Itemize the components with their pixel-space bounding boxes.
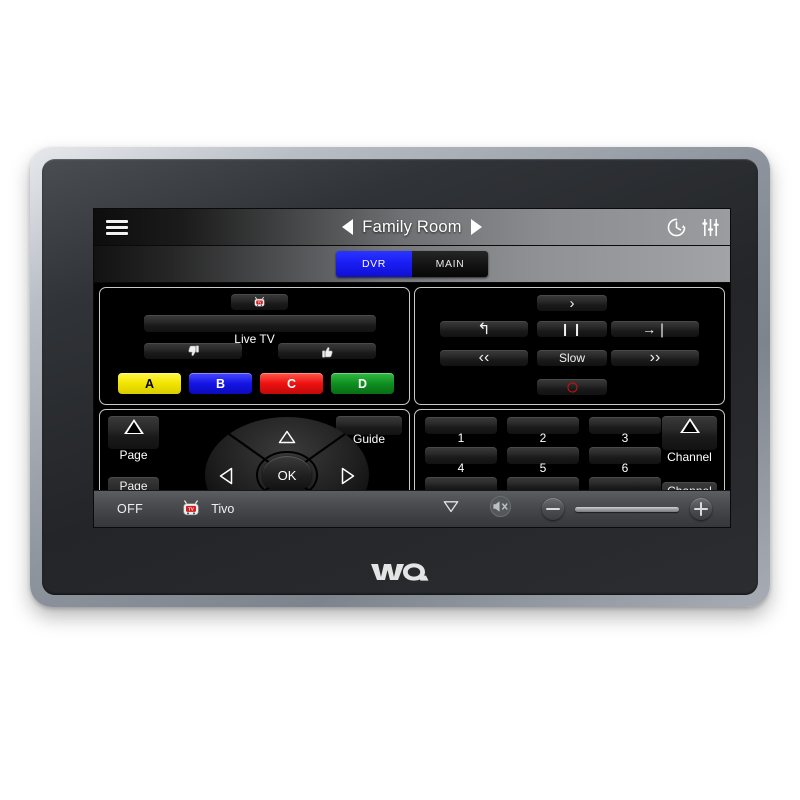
volume-slider[interactable]	[575, 506, 679, 512]
record-icon	[566, 381, 578, 393]
sliders-settings-icon[interactable]	[700, 217, 721, 238]
channel-up-arrow-icon	[679, 418, 700, 433]
dpad-left-arrow-icon	[219, 467, 233, 485]
color-button-c-label: C	[286, 376, 297, 391]
source-name-label[interactable]: Tivo	[211, 502, 234, 516]
live-tv-button[interactable]	[144, 315, 376, 332]
skip-forward-button[interactable]: →❘	[611, 321, 699, 337]
color-button-c[interactable]: C	[260, 373, 323, 394]
color-button-a[interactable]: A	[118, 373, 181, 394]
ok-button[interactable]: OK	[263, 456, 311, 494]
tivo-logo-icon: TV	[254, 296, 265, 307]
thumbs-down-icon	[187, 344, 199, 356]
power-off-button[interactable]: OFF	[117, 502, 143, 516]
thumbs-down-button[interactable]	[144, 343, 242, 359]
app-header: Family Room	[94, 209, 730, 246]
color-button-b-label: B	[215, 376, 226, 391]
dpad-right-arrow-icon	[341, 467, 355, 485]
thumbs-up-icon	[321, 346, 333, 358]
hamburger-menu-icon[interactable]	[94, 209, 140, 245]
tab-dvr[interactable]: DVR	[336, 251, 412, 277]
page-title: Family Room	[362, 217, 462, 236]
status-bar: OFF TV Tivo	[94, 490, 730, 527]
replay-button[interactable]: ↰	[440, 321, 528, 338]
page-up-button[interactable]	[108, 416, 159, 449]
dpad-up-arrow-icon	[278, 430, 296, 444]
channel-up-button[interactable]	[662, 416, 717, 450]
color-button-b[interactable]: B	[189, 373, 252, 394]
tab-strip: DVR MAIN	[94, 246, 730, 283]
svg-text:TV: TV	[188, 507, 194, 512]
thumbs-up-button[interactable]	[278, 343, 376, 359]
chevron-down-icon	[443, 501, 459, 513]
volume-control-group	[542, 498, 712, 520]
ok-label: OK	[277, 467, 297, 483]
play-button[interactable]: ›	[537, 295, 607, 312]
volume-minus-icon[interactable]	[542, 498, 564, 520]
next-room-arrow-icon[interactable]	[470, 219, 482, 235]
pause-button[interactable]: ❙❙	[537, 321, 607, 337]
prev-room-arrow-icon[interactable]	[342, 219, 354, 235]
transport-panel: › ↰ ❙❙ →❘ ‹‹ Slow ››	[414, 287, 725, 405]
dpad-right-button[interactable]	[341, 467, 355, 485]
keypad-key-1[interactable]	[425, 417, 497, 434]
tivo-home-button[interactable]: TV	[231, 294, 288, 310]
color-button-a-label: A	[144, 376, 155, 391]
color-button-d-label: D	[357, 376, 368, 391]
record-button[interactable]	[537, 379, 607, 395]
device-bezel: Family Room DVR MAIN TV Live TV A B C D …	[42, 159, 758, 595]
tivo-logo-icon: TV	[183, 500, 199, 516]
page-up-label: Page	[119, 448, 148, 462]
fast-forward-button[interactable]: ››	[611, 349, 699, 366]
dvr-favourites-panel: TV Live TV A B C D	[99, 287, 410, 405]
device-screen: Family Room DVR MAIN TV Live TV A B C D …	[94, 209, 730, 527]
touchpanel-device: Family Room DVR MAIN TV Live TV A B C D …	[30, 147, 770, 607]
keypad-key-4[interactable]	[425, 447, 497, 464]
channel-up-label: Channel	[667, 450, 712, 464]
tab-main[interactable]: MAIN	[412, 251, 488, 277]
expand-sources-button[interactable]	[443, 500, 459, 518]
dpad-up-button[interactable]	[278, 430, 296, 444]
clock-timer-icon[interactable]	[666, 217, 687, 238]
keypad-key-3[interactable]	[589, 417, 661, 434]
brand-logo	[42, 560, 758, 584]
keypad-key-6[interactable]	[589, 447, 661, 464]
keypad-key-5[interactable]	[507, 447, 579, 464]
rewind-button[interactable]: ‹‹	[440, 349, 528, 366]
page-title-group: Family Room	[94, 218, 730, 237]
mute-speaker-icon	[489, 495, 512, 518]
page-up-arrow-icon	[123, 419, 144, 434]
mute-button[interactable]	[489, 495, 512, 523]
source-tivo-icon[interactable]: TV	[181, 499, 201, 519]
keypad-key-2[interactable]	[507, 417, 579, 434]
color-button-d[interactable]: D	[331, 373, 394, 394]
dpad-left-button[interactable]	[219, 467, 233, 485]
header-actions	[666, 217, 721, 238]
rti-logo	[371, 563, 429, 581]
tab-group: DVR MAIN	[336, 251, 488, 277]
slow-button[interactable]: Slow	[537, 350, 607, 366]
svg-text:TV: TV	[258, 300, 262, 304]
volume-plus-icon[interactable]	[690, 498, 712, 520]
